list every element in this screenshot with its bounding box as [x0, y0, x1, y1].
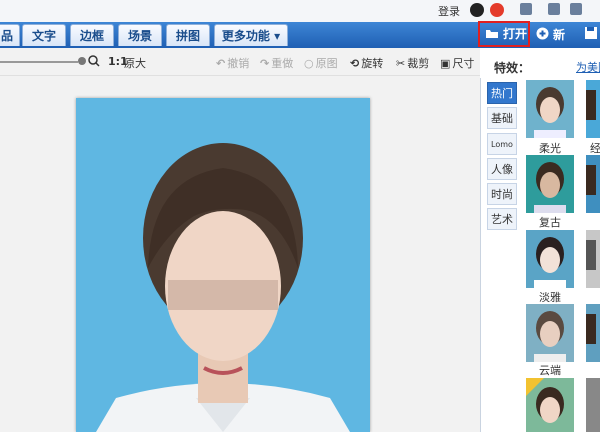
original-button[interactable]: ○ 原图: [304, 55, 338, 71]
tab-products[interactable]: 品: [0, 24, 20, 46]
effect-thumb-right-1[interactable]: [586, 80, 600, 138]
effect-thumb-retro[interactable]: [526, 155, 574, 213]
effect-thumb-right-5[interactable]: [586, 378, 600, 432]
folder-icon: [485, 24, 499, 46]
tab-text[interactable]: 文字: [22, 24, 66, 46]
tab-label: 拼图: [175, 29, 200, 43]
portrait-illustration: [96, 143, 350, 432]
redo-button[interactable]: ↷ 重做: [260, 55, 293, 71]
undo-label: 撤销: [227, 57, 250, 70]
rotate-icon: ⟲: [350, 57, 360, 70]
zoom-in-icon[interactable]: [88, 55, 100, 70]
category-hot[interactable]: 热门: [487, 82, 517, 104]
crop-label: 裁剪: [407, 57, 430, 70]
effect-label: 柔光: [539, 142, 561, 155]
category-fashion[interactable]: 时尚: [487, 183, 517, 205]
weibo-icon[interactable]: [490, 3, 504, 17]
effects-title: 特效：: [494, 61, 531, 75]
undo-button[interactable]: ↶ 撤销: [216, 55, 249, 71]
toolbar: 1:1 原大 ↶ 撤销 ↷ 重做 ○ 原图 ⟲ 旋转 ✂ 裁剪 ▣ 尺寸: [0, 48, 480, 76]
feedback-icon[interactable]: [548, 3, 560, 15]
redo-label: 重做: [271, 57, 294, 70]
new-button[interactable]: 新建: [536, 24, 576, 65]
original-label: 原图: [315, 57, 338, 70]
skin-icon[interactable]: [520, 3, 532, 15]
tab-label: 品: [0, 29, 13, 43]
tab-label: 文字: [31, 29, 56, 43]
save-icon: [584, 25, 598, 47]
effect-thumb-right-3[interactable]: [586, 230, 600, 288]
portrait-photo[interactable]: [76, 98, 370, 432]
effects-panel-header: 特效： 为美图: [480, 48, 600, 78]
size-label: 尺寸: [452, 57, 475, 70]
tab-more-features[interactable]: 更多功能 ▾: [214, 24, 288, 46]
meitu-link[interactable]: 为美图: [576, 59, 600, 75]
category-label: 时尚: [491, 188, 513, 201]
qq-icon[interactable]: [470, 3, 484, 17]
category-label: Lomo: [491, 140, 513, 149]
rotate-label: 旋转: [361, 57, 384, 70]
open-label: 打开: [503, 27, 528, 41]
zoom-slider-handle[interactable]: [78, 57, 86, 65]
effect-thumb-elegant[interactable]: [526, 230, 574, 288]
category-label: 艺术: [491, 213, 513, 226]
menu-bar: 品 文字 边框 场景 拼图 更多功能 ▾ 打开 新建: [0, 21, 600, 65]
category-label: 人像: [491, 163, 513, 176]
category-lomo[interactable]: Lomo: [487, 133, 517, 155]
title-bar: 登录: [0, 0, 600, 22]
open-button[interactable]: 打开: [478, 21, 530, 47]
effect-thumb-right-2[interactable]: [586, 155, 600, 213]
tab-label: 场景: [127, 29, 152, 43]
tab-border[interactable]: 边框: [70, 24, 114, 46]
category-basic[interactable]: 基础: [487, 107, 517, 129]
effect-label: 云端: [539, 364, 561, 377]
effect-label: 经: [590, 142, 600, 155]
zoom-slider[interactable]: [0, 61, 78, 63]
tab-collage[interactable]: 拼图: [166, 24, 210, 46]
redo-icon: ↷: [260, 57, 270, 70]
tab-scene[interactable]: 场景: [118, 24, 162, 46]
rotate-button[interactable]: ⟲ 旋转: [350, 55, 383, 71]
scissors-icon: ✂: [396, 57, 406, 70]
category-label: 基础: [491, 112, 513, 125]
size-icon: ▣: [440, 57, 451, 70]
original-size-button[interactable]: 原大: [124, 55, 146, 71]
effect-thumb-cloud[interactable]: [526, 304, 574, 362]
size-button[interactable]: ▣ 尺寸: [440, 55, 474, 71]
circle-icon: ○: [304, 57, 314, 70]
crop-button[interactable]: ✂ 裁剪: [396, 55, 429, 71]
effect-label: 淡雅: [539, 291, 561, 304]
undo-icon: ↶: [216, 57, 226, 70]
effect-thumb-soft-light[interactable]: [526, 80, 574, 138]
login-link[interactable]: 登录: [438, 3, 460, 19]
category-label: 热门: [491, 87, 513, 100]
category-portrait[interactable]: 人像: [487, 158, 517, 180]
effect-thumb-fifth[interactable]: [526, 378, 574, 432]
plus-circle-icon: [536, 25, 549, 47]
effect-label: 复古: [539, 216, 561, 229]
effect-thumb-right-4[interactable]: [586, 304, 600, 362]
tab-label: 边框: [79, 29, 104, 43]
menu-icon[interactable]: [570, 3, 582, 15]
category-art[interactable]: 艺术: [487, 208, 517, 230]
tab-label: 更多功能 ▾: [221, 29, 281, 43]
save-button[interactable]: [584, 24, 600, 46]
